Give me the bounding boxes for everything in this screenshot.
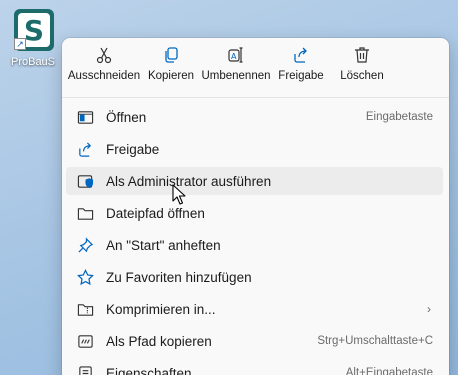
trash-icon	[355, 47, 369, 63]
svg-text:A: A	[231, 52, 237, 61]
toolbar-divider	[62, 97, 449, 98]
chevron-right-icon: ›	[427, 302, 431, 316]
share-button[interactable]: Freigabe	[275, 46, 327, 90]
copy-button[interactable]: Kopieren	[144, 46, 198, 90]
star-icon	[76, 268, 94, 286]
folder-icon	[76, 204, 94, 222]
context-menu: Ausschneiden Kopieren A Umbenennen Freig…	[62, 38, 449, 375]
menu-item-open-file-location[interactable]: Dateipfad öffnen	[66, 199, 443, 227]
menu-item-add-to-favorites[interactable]: Zu Favoriten hinzufügen	[66, 263, 443, 291]
desktop-icon-label: ProBauS	[10, 56, 56, 68]
rename-button[interactable]: A Umbenennen	[200, 46, 272, 90]
menu-item-properties[interactable]: Eigenschaften Alt+Eingabetaste	[66, 359, 443, 375]
menu-item-run-as-admin[interactable]: Als Administrator ausführen	[66, 167, 443, 195]
desktop-shortcut-probaus[interactable]: S ↗ ProBauS	[6, 6, 60, 68]
copy-icon	[165, 47, 178, 63]
zip-folder-icon	[76, 300, 94, 318]
mouse-cursor-icon	[172, 184, 186, 205]
app-window-icon	[76, 108, 94, 126]
pin-icon	[76, 236, 94, 254]
shortcut-arrow-icon: ↗	[14, 38, 26, 50]
context-menu-toolbar: Ausschneiden Kopieren A Umbenennen Freig…	[62, 38, 449, 96]
menu-item-open[interactable]: Öffnen Eingabetaste	[66, 103, 443, 131]
scissors-icon	[96, 47, 112, 64]
menu-item-compress[interactable]: Komprimieren in... ›	[66, 295, 443, 323]
share-icon	[294, 47, 307, 63]
cut-button[interactable]: Ausschneiden	[66, 46, 142, 90]
admin-shield-icon	[76, 172, 94, 190]
properties-icon	[76, 364, 94, 375]
menu-item-pin-to-start[interactable]: An "Start" anheften	[66, 231, 443, 259]
rename-icon: A	[228, 47, 243, 63]
menu-item-share[interactable]: Freigabe	[66, 135, 443, 163]
share-icon	[76, 140, 94, 158]
menu-item-copy-as-path[interactable]: Als Pfad kopieren Strg+Umschalttaste+C	[66, 327, 443, 355]
copy-path-icon	[76, 332, 94, 350]
delete-button[interactable]: Löschen	[334, 46, 390, 90]
